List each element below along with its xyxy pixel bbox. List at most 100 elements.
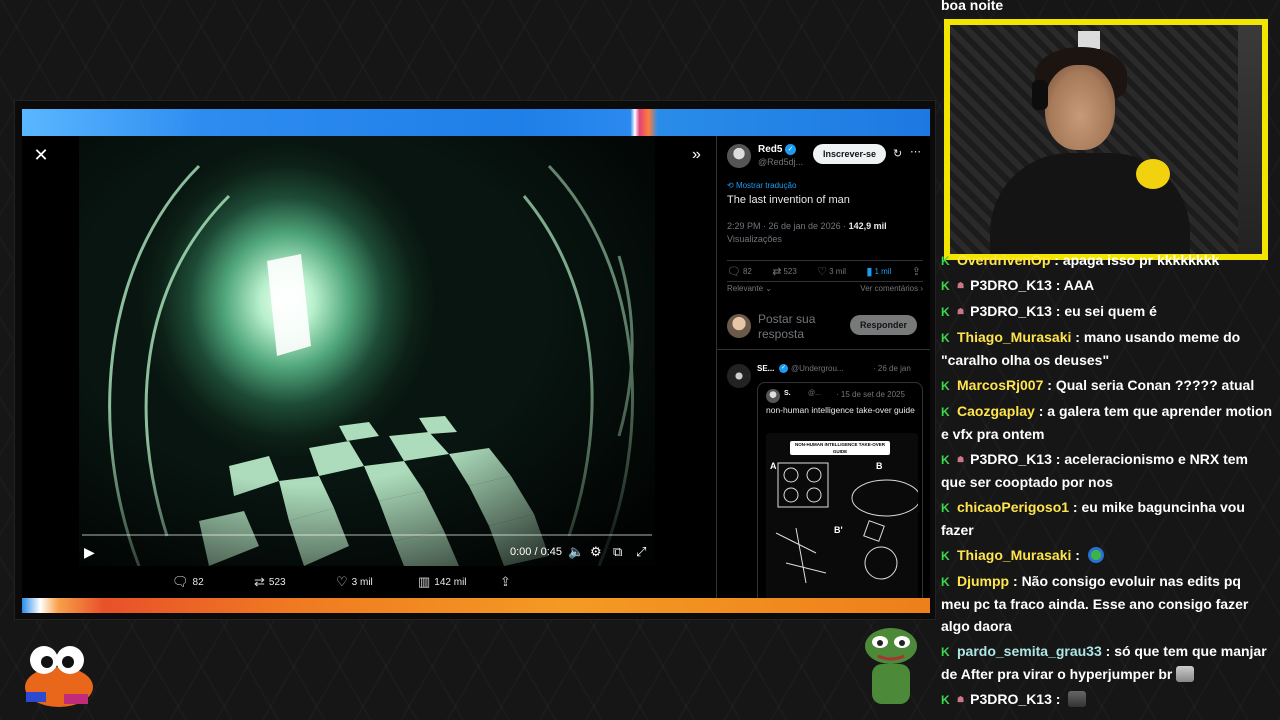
picture-in-picture-icon[interactable]: ⧉ [613,544,622,560]
collapse-panel-icon[interactable]: » [692,146,701,164]
view-comments-link[interactable]: Ver comentários › [860,284,923,293]
chat-message: K Djumpp : Não consigo evoluir nas edits … [941,570,1273,637]
heart-action[interactable]: ♡ 3 mil [817,265,846,278]
chat-username[interactable]: P3DRO_K13 [970,691,1052,707]
retweet-action[interactable]: ⇄ 523 [772,265,797,278]
kick-badge-icon: K [941,645,950,659]
chat-username[interactable]: OverdrivenOp [957,252,1050,268]
action-count: 142 mil [434,576,467,588]
poster-illustration: A B B' [770,461,918,584]
video-area: ✕ ▶ 0:00 / 0:45 🔈 ⚙ ⧉ ⤢ 🗨 82 ⇄ 523 ♡ 3 m… [22,136,716,598]
chat-separator: : [1043,377,1056,393]
post-date[interactable]: · 26 de jan [873,364,911,373]
video-player[interactable] [79,136,655,566]
action-count: 3 mil [829,266,846,276]
action-count: 523 [268,576,286,588]
post-avatar[interactable] [727,364,751,388]
chat-username[interactable]: chicaoPerigoso1 [957,499,1069,515]
chat-username[interactable]: P3DRO_K13 [970,303,1052,319]
chat-separator: : [1051,277,1064,293]
chat-username[interactable]: Thiago_Murasaki [957,547,1071,563]
chat-username[interactable]: Djumpp [957,573,1009,589]
quoted-post[interactable]: S. @... · 15 de set de 2025 non-human in… [757,382,923,598]
reply-button[interactable]: Responder [850,315,918,335]
chat-username[interactable]: MarcosRj007 [957,377,1043,393]
reply-action[interactable]: 🗨 82 [172,574,254,590]
kick-badge-icon: K [941,549,950,563]
more-options-icon[interactable]: ⋯ [910,145,921,158]
tweet-text: The last invention of man [727,194,850,206]
quote-date: · 15 de set de 2025 [836,390,905,399]
retweet-icon: ⇄ [254,574,265,589]
author-avatar[interactable] [727,144,751,168]
views-action[interactable]: ▥ 142 mil [418,574,500,590]
kick-badge-icon: K [941,331,950,345]
action-count: 523 [783,266,797,276]
svg-text:A: A [770,461,777,471]
media-action-bar: 🗨 82 ⇄ 523 ♡ 3 mil ▥ 142 mil ⇪ [172,568,622,596]
chat-text: apaga isso pr kkkkkkkk [1062,252,1220,268]
reply-icon: 🗨 [727,265,741,278]
svg-text:B': B' [834,525,843,535]
reply-input[interactable]: Postar sua resposta [758,312,838,342]
sort-relevance-dropdown[interactable]: Relevante ⌄ [727,284,772,293]
quote-author-handle: @... [808,390,821,397]
chat-username[interactable]: P3DRO_K13 [970,277,1052,293]
author-handle[interactable]: @Red5dj... [758,157,803,167]
fullscreen-icon[interactable]: ⤢ [636,544,646,560]
chat-text: eu sei quem é [1064,303,1157,319]
chat-username[interactable]: Caozgaplay [957,403,1035,419]
chat-separator: : [1071,547,1084,563]
verified-badge-icon: ✓ [785,144,796,155]
chat-username[interactable]: Thiago_Murasaki [957,329,1071,345]
bookmark-icon: ▮ [866,265,873,278]
chat-message: K MarcosRj007 : Qual seria Conan ????? at… [941,374,1273,397]
video-time: 0:00 / 0:45 [510,546,562,558]
author-name[interactable]: Red5 [758,144,782,155]
post-author-handle[interactable]: @Undergrou... [791,364,844,373]
translate-icon: ⟲ [727,181,736,190]
chat-message: K ☗ P3DRO_K13 : eu sei quem é [941,300,1273,323]
quote-author-name: S. [784,390,791,397]
share-action[interactable]: ⇪ [912,265,923,278]
retweet-icon: ⇄ [772,265,782,278]
share-icon: ⇪ [500,574,511,589]
chat-message: K ☗ P3DRO_K13 : [941,688,1273,711]
heart-icon: ♡ [336,574,348,589]
chat-username[interactable]: pardo_semita_grau33 [957,643,1102,659]
post-author-name[interactable]: SE... [757,364,774,373]
retweet-action[interactable]: ⇄ 523 [254,574,336,590]
chat-separator: : [1051,303,1065,319]
browser-top-bar [22,109,930,136]
chat-text: boa noite [941,0,1004,13]
settings-gear-icon[interactable]: ⚙ [590,544,602,560]
tweet-timestamp[interactable]: 2:29 PM · 26 de jan de 2026 · [727,221,849,231]
chat-message: Kpardo_semita_grau33 : só que tem que ma… [941,640,1273,685]
play-icon[interactable]: ▶ [84,544,95,561]
chat-message: boa noite [941,0,1273,16]
chevron-down-icon: ⌄ [763,284,772,293]
subscriber-badge-icon: ☗ [957,695,965,704]
chat-username[interactable]: P3DRO_K13 [970,451,1052,467]
heart-action[interactable]: ♡ 3 mil [336,574,418,590]
video-progress-bar[interactable] [82,534,652,536]
guide-poster-image[interactable]: NON-HUMAN INTELLIGENCE TAKE-OVER GUIDE A… [766,433,918,598]
action-count: 1 mil [874,266,892,276]
close-icon[interactable]: ✕ [30,144,52,166]
subscribe-button[interactable]: Inscrever-se [813,144,887,164]
quote-avatar [766,389,780,403]
reply-action[interactable]: 🗨 82 [727,265,752,278]
share-action[interactable]: ⇪ [500,574,582,590]
bookmark-action[interactable]: ▮ 1 mil [866,265,891,278]
reply-post[interactable]: SE... ✓ @Undergrou... · 26 de jan S. @..… [727,360,927,598]
browser-bottom-bar [22,598,930,613]
reply-icon: 🗨 [172,574,189,589]
chat-text: AAA [1063,277,1095,293]
chat-message: K Thiago_Murasaki : mano usando meme do "… [941,326,1273,371]
show-translation-link[interactable]: ⟲ Mostrar tradução [727,181,796,190]
volume-icon[interactable]: 🔈 [568,544,584,560]
grok-icon[interactable]: ↻ [893,147,902,160]
views-label: Visualizações [727,234,782,244]
chat-separator: : [1009,573,1022,589]
globe-emote-icon [1087,547,1104,563]
